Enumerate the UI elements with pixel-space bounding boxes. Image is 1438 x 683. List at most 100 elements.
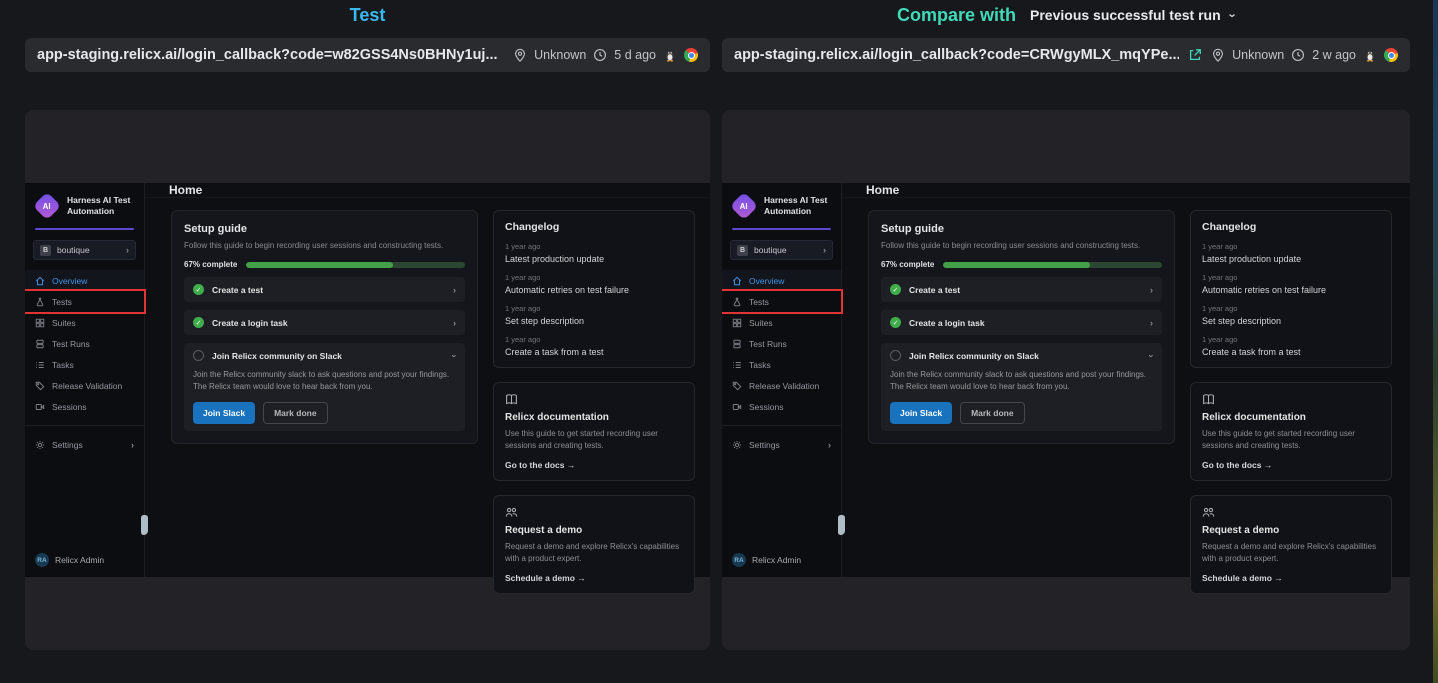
user-menu[interactable]: RA Relicx Admin [732,553,801,567]
changelog-title: Changelog [505,221,683,233]
request-demo-card: Request a demo Request a demo and explor… [493,495,695,594]
check-circle-icon: ✓ [890,317,901,328]
right-location-label: Unknown [1232,48,1284,62]
left-screenshot-panel: AI Harness AI Test Automation B boutique… [25,110,710,650]
sidebar-item-settings[interactable]: Settings › [25,434,144,455]
tasks-list-icon [732,360,742,370]
changelog-entry[interactable]: 1 year ago Create a task from a test [505,335,683,357]
right-url-bar[interactable]: app-staging.relicx.ai/login_callback?cod… [722,38,1410,72]
check-circle-icon: ✓ [890,284,901,295]
project-selector[interactable]: B boutique › [730,240,833,260]
setup-item-create-test[interactable]: ✓ Create a test › [881,277,1162,302]
documentation-title: Relicx documentation [1202,412,1380,423]
left-pane-header: Test [25,3,710,27]
brand-name: Harness AI Test Automation [764,195,827,217]
chrome-browser-icon [684,48,698,62]
sidebar-collapse-handle[interactable] [141,515,148,535]
setup-item-create-login-task[interactable]: ✓ Create a login task › [881,310,1162,335]
go-to-docs-link[interactable]: Go to the docs → [1202,460,1380,470]
chevron-right-icon: › [823,245,826,255]
setup-item-create-test[interactable]: ✓ Create a test › [184,277,465,302]
grid-icon [35,318,45,328]
location-pin-icon [513,48,527,62]
progress-label: 67% complete [184,260,237,269]
sidebar-item-sessions[interactable]: Sessions [722,396,841,417]
mark-done-button[interactable]: Mark done [263,402,328,424]
sidebar-item-test-runs[interactable]: Test Runs [25,333,144,354]
test-runs-icon [732,339,742,349]
changelog-title: Changelog [1202,221,1380,233]
app-sidebar: AI Harness AI Test Automation B boutique… [722,183,842,577]
brand: AI Harness AI Test Automation [722,193,841,219]
changelog-entry[interactable]: 1 year ago Set step description [505,304,683,326]
flask-icon [732,297,742,307]
sidebar-item-suites[interactable]: Suites [722,312,841,333]
documentation-description: Use this guide to get started recording … [1202,428,1380,452]
chevron-right-icon: › [453,318,456,328]
go-to-docs-link[interactable]: Go to the docs → [505,460,683,470]
schedule-demo-link[interactable]: Schedule a demo → [505,573,683,583]
app-main: Home Setup guide Follow this guide to be… [842,183,1410,577]
sidebar-collapse-handle[interactable] [838,515,845,535]
setup-item-join-slack[interactable]: Join Relicx community on Slack › Join th… [881,343,1162,431]
sidebar-item-overview[interactable]: Overview [25,270,144,291]
avatar: RA [732,553,746,567]
sidebar-item-sessions[interactable]: Sessions [25,396,144,417]
mark-done-button[interactable]: Mark done [960,402,1025,424]
setup-progress: 67% complete [184,260,465,269]
video-camera-icon [732,402,742,412]
chevron-right-icon: › [1150,318,1153,328]
setup-guide-card: Setup guide Follow this guide to begin r… [868,210,1175,444]
changelog-entry[interactable]: 1 year ago Latest production update [505,242,683,264]
changelog-entry[interactable]: 1 year ago Latest production update [1202,242,1380,264]
changelog-card: Changelog 1 year ago Latest production u… [1190,210,1392,368]
sidebar-item-tasks[interactable]: Tasks [722,354,841,375]
join-slack-button[interactable]: Join Slack [193,402,255,424]
sidebar-item-tests[interactable]: Tests [25,291,144,312]
gear-icon [35,440,45,450]
sidebar-item-overview[interactable]: Overview [722,270,841,291]
left-url-bar[interactable]: app-staging.relicx.ai/login_callback?cod… [25,38,710,72]
right-screenshot-panel: AI Harness AI Test Automation B boutique… [722,110,1410,650]
sidebar-item-settings[interactable]: Settings › [722,434,841,455]
clock-icon [1291,48,1305,62]
gear-icon [732,440,742,450]
changelog-entry[interactable]: 1 year ago Automatic retries on test fai… [505,273,683,295]
sidebar-divider [25,425,144,426]
chevron-down-icon: › [1147,354,1157,357]
chevron-down-icon: › [1225,13,1240,17]
sidebar-item-release-validation[interactable]: Release Validation [722,375,841,396]
changelog-card: Changelog 1 year ago Latest production u… [493,210,695,368]
page-title: Home [169,183,202,197]
project-selector[interactable]: B boutique › [33,240,136,260]
sidebar-nav: Overview Tests Suites Test Runs Tasks [25,270,144,417]
documentation-description: Use this guide to get started recording … [505,428,683,452]
changelog-entry[interactable]: 1 year ago Create a task from a test [1202,335,1380,357]
schedule-demo-link[interactable]: Schedule a demo → [1202,573,1380,583]
user-menu[interactable]: RA Relicx Admin [35,553,104,567]
request-demo-title: Request a demo [1202,525,1380,536]
avatar: RA [35,553,49,567]
sidebar-item-release-validation[interactable]: Release Validation [25,375,144,396]
changelog-entry[interactable]: 1 year ago Set step description [1202,304,1380,326]
grid-icon [732,318,742,328]
progress-fill [246,262,392,268]
compare-run-selector[interactable]: Previous successful test run › [1030,7,1235,23]
sidebar-item-test-runs[interactable]: Test Runs [722,333,841,354]
harness-logo-icon: AI [730,192,758,220]
clock-icon [593,48,607,62]
sidebar-item-tasks[interactable]: Tasks [25,354,144,375]
location-pin-icon [1211,48,1225,62]
sidebar-item-suites[interactable]: Suites [25,312,144,333]
setup-item-description: Join the Relicx community slack to ask q… [890,369,1153,393]
external-link-icon[interactable] [1188,48,1202,62]
empty-circle-icon [890,350,901,361]
chevron-right-icon: › [131,440,134,450]
check-circle-icon: ✓ [193,317,204,328]
chevron-right-icon: › [828,440,831,450]
setup-item-join-slack[interactable]: Join Relicx community on Slack › Join th… [184,343,465,431]
changelog-entry[interactable]: 1 year ago Automatic retries on test fai… [1202,273,1380,295]
join-slack-button[interactable]: Join Slack [890,402,952,424]
setup-item-create-login-task[interactable]: ✓ Create a login task › [184,310,465,335]
sidebar-item-tests[interactable]: Tests [722,291,841,312]
